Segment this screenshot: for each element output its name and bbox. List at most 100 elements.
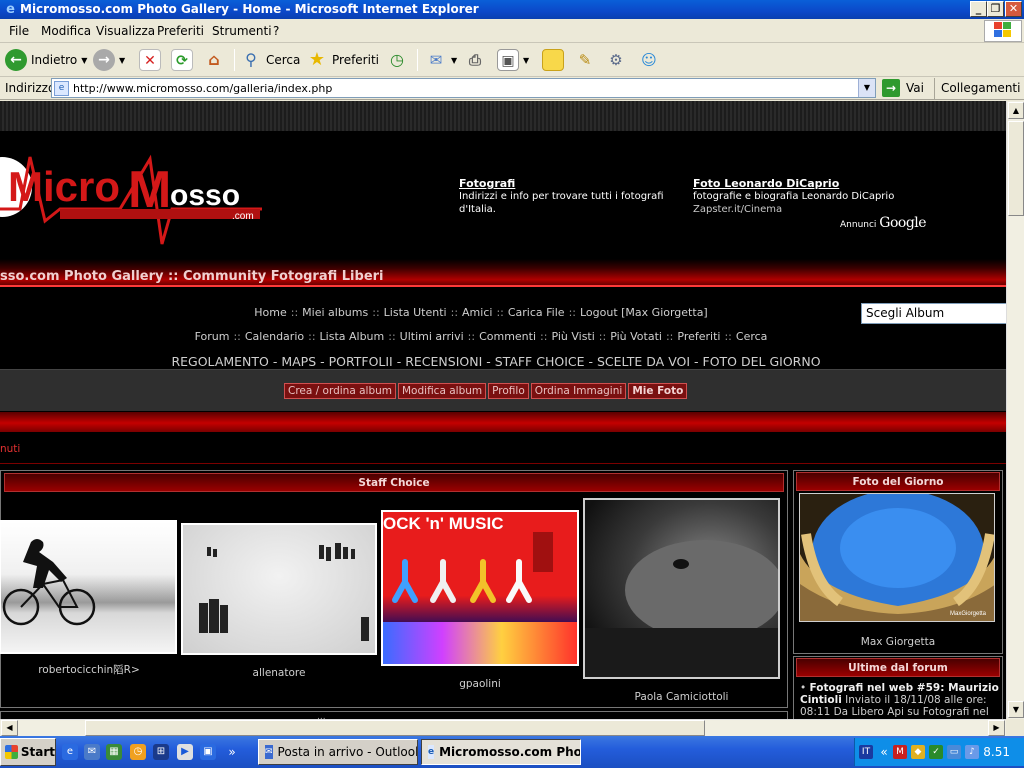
crea-ordina-album-button[interactable]: Crea / ordina album xyxy=(284,383,396,399)
network-quicklaunch-icon[interactable]: ⊞ xyxy=(153,744,169,760)
forward-button[interactable]: → ▼ xyxy=(93,47,125,73)
window-titlebar[interactable]: e Micromosso.com Photo Gallery - Home - … xyxy=(0,0,1024,19)
micromosso-logo[interactable]: Micro M osso .com xyxy=(0,149,262,249)
mie-foto-button[interactable]: Mie Foto xyxy=(628,383,688,399)
favorites-button[interactable]: ★ Preferiti xyxy=(306,47,379,73)
forum-post[interactable]: • Fotografi nel web #59: Maurizio Cintio… xyxy=(800,682,1000,718)
media-player-quicklaunch-icon[interactable]: ▶ xyxy=(177,744,193,760)
task-outlook[interactable]: ✉ Posta in arrivo - Outlook ... xyxy=(258,739,418,765)
nav-logout[interactable]: Logout [Max Giorgetta] xyxy=(580,306,708,319)
staff-caption[interactable]: Paola Camiciottoli xyxy=(583,691,780,703)
tools-button[interactable]: ⚙ xyxy=(605,47,627,73)
security-shield-icon[interactable]: ◆ xyxy=(911,745,925,759)
tray-expand-icon[interactable]: « xyxy=(877,745,891,759)
ads-by-google[interactable]: Annunci Google xyxy=(840,215,927,231)
ad-title[interactable]: Foto Leonardo DiCaprio xyxy=(693,177,923,190)
vertical-scrollbar[interactable]: ▲ ▼ xyxy=(1006,101,1024,719)
nav-carica-file[interactable]: Carica File xyxy=(508,306,565,319)
staff-photo-snow[interactable] xyxy=(181,523,377,655)
nav-piu-visti[interactable]: Più Visti xyxy=(551,330,594,343)
back-button[interactable]: ← Indietro ▼ xyxy=(5,47,87,73)
go-arrow-icon: → xyxy=(882,79,900,97)
restore-button[interactable]: ❐ xyxy=(987,1,1004,17)
address-input[interactable]: e http://www.micromosso.com/galleria/ind… xyxy=(51,78,876,98)
scroll-up-icon[interactable]: ▲ xyxy=(1008,102,1024,119)
foto-del-giorno-caption[interactable]: Max Giorgetta xyxy=(794,636,1002,648)
explorer-quicklaunch-icon[interactable]: ▣ xyxy=(200,744,216,760)
refresh-button[interactable]: ⟳ xyxy=(171,47,193,73)
nav-cerca[interactable]: Cerca xyxy=(736,330,768,343)
horizontal-scrollbar[interactable]: ◀ ▶ xyxy=(0,719,1006,736)
start-button[interactable]: Start xyxy=(0,738,56,766)
research-button[interactable]: ✎ xyxy=(574,47,596,73)
menu-modifica[interactable]: Modifica xyxy=(41,24,91,38)
update-icon[interactable]: ✓ xyxy=(929,745,943,759)
album-select[interactable]: Scegli Album xyxy=(861,303,1006,324)
stop-button[interactable]: ✕ xyxy=(139,47,161,73)
outlook-quicklaunch-icon[interactable]: ✉ xyxy=(84,744,100,760)
scroll-down-icon[interactable]: ▼ xyxy=(1008,701,1024,718)
mail-button[interactable]: ✉ ▼ xyxy=(425,47,457,73)
scroll-thumb[interactable] xyxy=(1008,121,1024,216)
nav-home[interactable]: Home xyxy=(254,306,286,319)
ad-dicaprio[interactable]: Foto Leonardo DiCaprio fotografie e biog… xyxy=(693,177,923,216)
menu-help[interactable]: ? xyxy=(273,24,279,38)
menu-file[interactable]: File xyxy=(9,24,29,38)
menu-preferiti[interactable]: Preferiti xyxy=(157,24,204,38)
calendar-quicklaunch-icon[interactable]: ◷ xyxy=(130,744,146,760)
print-button[interactable]: ⎙ xyxy=(464,47,486,73)
go-label: Vai xyxy=(906,81,924,95)
edit-button[interactable]: ▣ ▼ xyxy=(497,47,529,73)
antivirus-icon[interactable]: M xyxy=(893,745,907,759)
desktop-quicklaunch-icon[interactable]: ▦ xyxy=(106,744,122,760)
nav-lista-utenti[interactable]: Lista Utenti xyxy=(384,306,447,319)
nav-lista-album[interactable]: Lista Album xyxy=(320,330,385,343)
task-label: Micromosso.com Pho... xyxy=(439,745,581,759)
ie-quicklaunch-icon[interactable]: e xyxy=(62,744,78,760)
nav-amici[interactable]: Amici xyxy=(462,306,492,319)
staff-caption[interactable]: gpaolini xyxy=(381,678,579,690)
discuss-button[interactable] xyxy=(542,47,564,73)
volume-icon[interactable]: ♪ xyxy=(965,745,979,759)
nav-calendario[interactable]: Calendario xyxy=(245,330,304,343)
minimize-button[interactable]: _ xyxy=(970,1,987,17)
nav-preferiti[interactable]: Preferiti xyxy=(677,330,720,343)
staff-photo-rock[interactable]: OCK 'n' MUSIC xyxy=(381,510,579,666)
scroll-left-icon[interactable]: ◀ xyxy=(1,720,18,736)
nav-commenti[interactable]: Commenti xyxy=(479,330,536,343)
mail-icon: ✉ xyxy=(429,51,443,69)
scroll-right-icon[interactable]: ▶ xyxy=(988,720,1005,736)
nav-ultimi-arrivi[interactable]: Ultimi arrivi xyxy=(400,330,464,343)
menu-strumenti[interactable]: Strumenti xyxy=(212,24,272,38)
breadcrumb[interactable]: nuti xyxy=(0,443,20,455)
profilo-button[interactable]: Profilo xyxy=(488,383,529,399)
go-button[interactable]: → Vai xyxy=(882,79,924,97)
ordina-immagini-button[interactable]: Ordina Immagini xyxy=(530,383,627,399)
nav-miei-albums[interactable]: Miei albums xyxy=(302,306,368,319)
modifica-album-button[interactable]: Modifica album xyxy=(398,383,487,399)
foto-del-giorno-photo[interactable]: MaxGiorgetta xyxy=(799,493,995,622)
ad-title[interactable]: Fotografi xyxy=(459,177,689,190)
staff-photo-portrait[interactable] xyxy=(583,498,780,679)
scroll-thumb[interactable] xyxy=(85,720,705,736)
home-button[interactable]: ⌂ xyxy=(203,47,225,73)
staff-photo-cyclist[interactable] xyxy=(0,520,177,654)
forum-panel: Ultime dal forum • Fotografi nel web #59… xyxy=(793,656,1003,719)
task-ie[interactable]: e Micromosso.com Pho... xyxy=(421,739,581,765)
links-button[interactable]: Collegamenti xyxy=(934,78,1020,99)
nav-piu-votati[interactable]: Più Votati xyxy=(610,330,662,343)
address-dropdown-icon[interactable]: ▼ xyxy=(858,79,875,97)
staff-caption[interactable]: robertocicchin䧟R> xyxy=(1,662,177,677)
network-icon[interactable]: ▭ xyxy=(947,745,961,759)
language-indicator[interactable]: IT xyxy=(859,745,873,759)
staff-caption[interactable]: allenatore xyxy=(181,667,377,679)
more-quicklaunch-icon[interactable]: » xyxy=(224,744,240,760)
section-nav[interactable]: REGOLAMENTO - MAPS - PORTFOLII - RECENSI… xyxy=(0,354,1006,369)
nav-forum[interactable]: Forum xyxy=(195,330,230,343)
search-button[interactable]: ⚲ Cerca xyxy=(240,47,300,73)
history-button[interactable]: ◷ xyxy=(386,47,408,73)
close-button[interactable]: ✕ xyxy=(1005,1,1022,17)
messenger-button[interactable]: ☺ xyxy=(638,47,660,73)
ad-fotografi[interactable]: Fotografi Indirizzi e info per trovare t… xyxy=(459,177,689,216)
menu-visualizza[interactable]: Visualizza xyxy=(96,24,155,38)
